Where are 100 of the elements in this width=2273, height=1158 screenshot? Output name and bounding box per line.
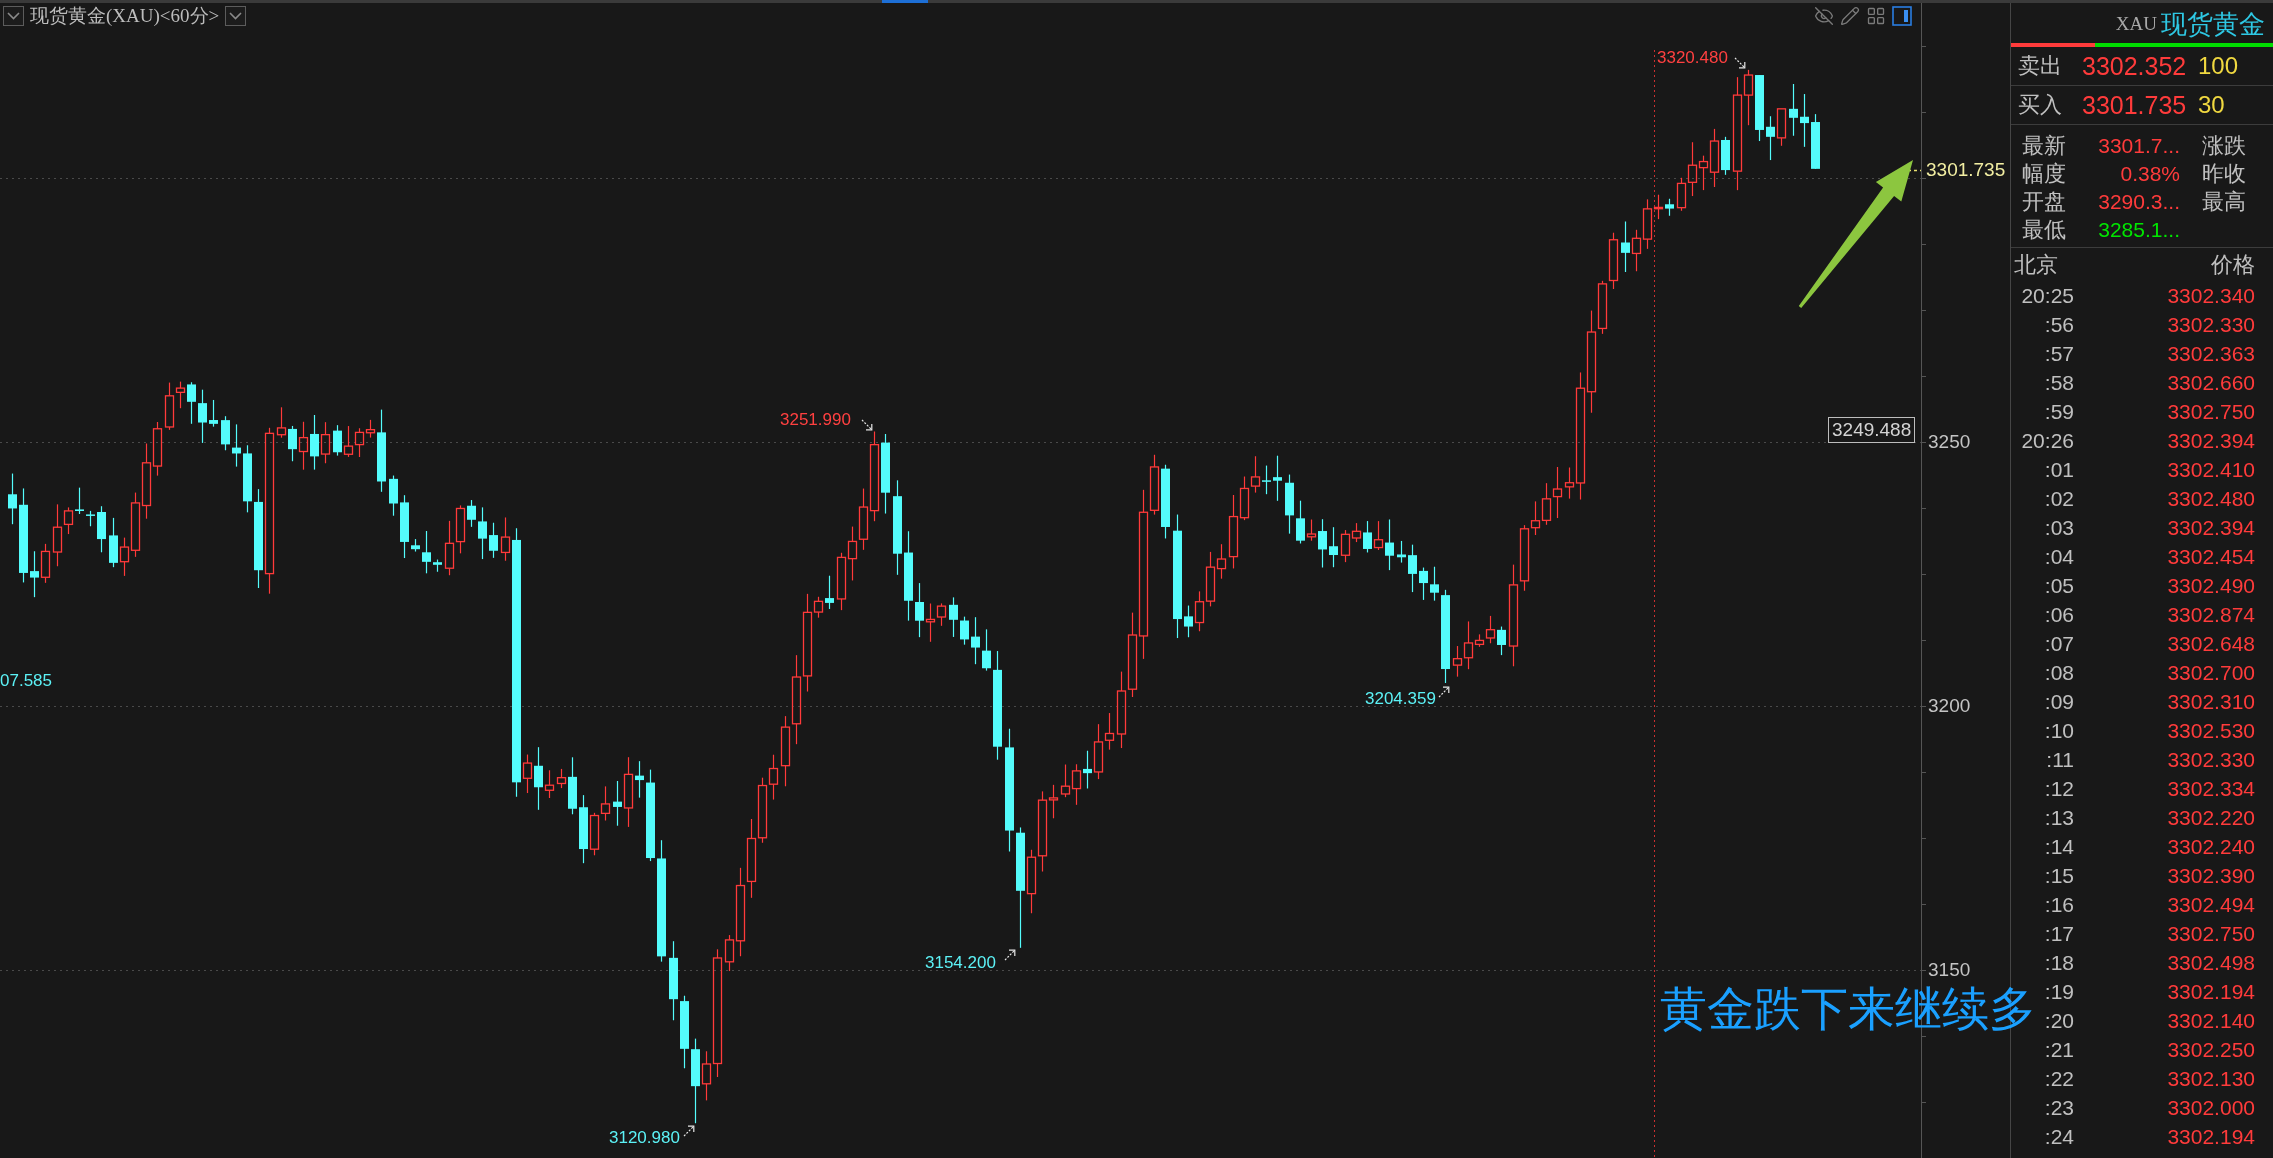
chart-title: 现货黄金(XAU)<60分> [30,5,220,27]
instrument-name: 现货黄金 [2161,7,2265,41]
tick-price: 3302.454 [2167,544,2255,569]
stat-label: 开盘 [2022,188,2066,216]
order-label: 卖出 [2018,52,2063,80]
stat-label: 幅度 [2022,160,2066,188]
tick-price: 3302.194 [2167,979,2255,1004]
order-volume: 100 [2198,52,2239,80]
order-label: 买入 [2018,91,2063,119]
tick-price: 3302.480 [2167,486,2255,511]
low-price-label: 3204.359 [1365,689,1436,709]
stat-label: 最低 [2022,216,2066,244]
tick-price: 3302.250 [2167,1037,2255,1062]
tick-time: :17 [2044,921,2074,946]
tick-price: 3302.700 [2167,660,2255,685]
tick-time: :15 [2044,863,2074,888]
tick-time: :13 [2044,805,2074,830]
tick-time: :02 [2044,486,2074,511]
order-volume: 30 [2198,91,2225,119]
tick-price: 3302.330 [2167,312,2255,337]
tick-price: 3302.340 [2167,283,2255,308]
tick-time: :04 [2044,544,2074,569]
grid-icon[interactable] [1866,6,1886,26]
tick-time: :19 [2044,979,2074,1004]
tick-price: 3302.330 [2167,747,2255,772]
tick-price: 3302.874 [2167,602,2255,627]
high-price-label: 3320.480 [1657,48,1728,68]
axis-label: 3250 [1928,431,1971,453]
tick-price: 3302.334 [2167,776,2255,801]
tick-time: :11 [2046,747,2074,772]
annotation-text: 黄金跌下来继续多 [1660,983,2036,1034]
chevron-down-icon [229,12,243,20]
tick-time: :23 [2044,1095,2074,1120]
tick-time: :59 [2044,399,2074,424]
tick-time: :12 [2044,776,2074,801]
dropdown-button[interactable] [3,6,24,26]
order-price: 3301.735 [2082,90,2188,120]
order-price: 3302.352 [2082,51,2188,81]
tick-price: 3302.194 [2167,1124,2255,1149]
stat-label: 涨跌 [2202,132,2246,160]
tick-price: 3302.410 [2167,457,2255,482]
stat-label: 最高 [2202,188,2246,216]
tick-price: 3302.394 [2167,428,2255,453]
tick-price: 3302.220 [2167,805,2255,830]
dropdown-button[interactable] [225,6,247,26]
low-price-label: 3154.200 [925,953,996,973]
price-tag: 3249.488 [1828,417,1916,443]
tick-time: :05 [2044,573,2074,598]
tick-time: :03 [2044,515,2074,540]
tick-time: :58 [2044,370,2074,395]
tick-time: :20 [2044,1008,2074,1033]
tick-time: :16 [2044,892,2074,917]
tick-time: :09 [2044,689,2074,714]
tick-time: :10 [2044,718,2074,743]
tick-price: 3302.494 [2167,892,2255,917]
tick-price: 3302.660 [2167,370,2255,395]
tick-time: 20:26 [2021,428,2074,453]
tick-time: :22 [2044,1066,2074,1091]
tick-price: 3302.648 [2167,631,2255,656]
stat-value: 3301.7... [2098,134,2180,158]
low-price-label: 07.585 [0,671,52,691]
tick-time: :01 [2044,457,2074,482]
panel-toggle-icon[interactable] [1892,6,1912,26]
column-header: 价格 [2211,250,2255,279]
tick-price: 3302.490 [2167,573,2255,598]
tick-time: :18 [2044,950,2074,975]
stat-value: 3290.3... [2098,190,2180,214]
tick-price: 3302.394 [2167,515,2255,540]
last-price-marker [1907,169,1921,172]
stat-value: 0.38% [2120,162,2180,186]
tick-price: 3302.130 [2167,1066,2255,1091]
eye-slash-icon[interactable] [1814,6,1834,26]
pencil-icon[interactable] [1840,6,1860,26]
tick-time: :06 [2044,602,2074,627]
column-header: 北京 [2014,250,2058,279]
chevron-down-icon [7,12,20,20]
tick-time: :07 [2044,631,2074,656]
tick-price: 3302.750 [2167,399,2255,424]
tick-price: 3302.000 [2167,1095,2255,1120]
stat-label: 最新 [2022,132,2066,160]
high-price-label: 3251.990 [780,410,851,430]
tick-price: 3302.390 [2167,863,2255,888]
tick-time: :56 [2044,312,2074,337]
low-price-label: 3120.980 [609,1128,680,1148]
tick-price: 3302.140 [2167,1008,2255,1033]
tick-time: :24 [2044,1124,2074,1149]
tick-time: :21 [2044,1037,2074,1062]
axis-label: 3200 [1928,695,1971,717]
tick-price: 3302.498 [2167,950,2255,975]
stat-label: 昨收 [2202,160,2246,188]
tick-price: 3302.240 [2167,834,2255,859]
tick-time: :08 [2044,660,2074,685]
splitter-handle[interactable] [882,0,928,3]
tick-price: 3302.310 [2167,689,2255,714]
tick-time: 20:25 [2021,283,2074,308]
last-price-label: 3301.735 [1926,159,2006,181]
tick-price: 3302.363 [2167,341,2255,366]
symbol-code: XAU [2115,13,2157,35]
stat-value: 3285.1... [2098,218,2180,242]
axis-label: 3150 [1928,959,1971,981]
